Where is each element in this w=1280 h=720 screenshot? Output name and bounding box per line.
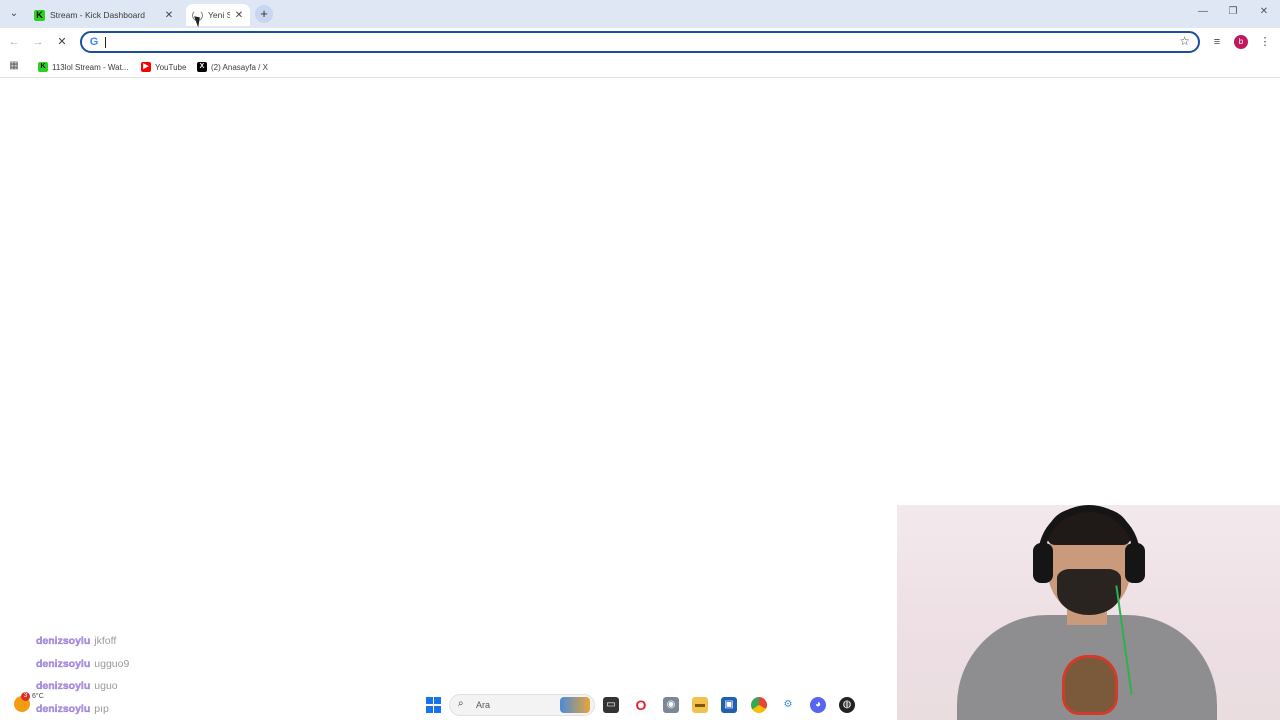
taskbar-search[interactable]: ⌕ Ara [449,694,595,716]
chat-text: jkfoff [94,635,117,647]
google-icon: G [89,36,99,48]
kebab-menu-icon[interactable]: ⋮ [1257,34,1273,50]
webcam-overlay [897,505,1280,720]
tab-close-icon[interactable]: ✕ [164,10,174,21]
tab-title: Yeni S [208,10,230,20]
youtube-icon: ▶ [141,62,151,72]
address-input[interactable] [104,34,1164,50]
windows-taskbar: 3 6°C ⌕ Ara ▭ O ◉ ▬ ▣ ⚙ ◕ ◍ [0,690,897,720]
back-arrow-icon[interactable]: ← [6,34,22,50]
bookmark-youtube[interactable]: ▶ YouTube [141,60,186,74]
profile-avatar[interactable]: b [1234,35,1248,49]
chrome-icon[interactable] [751,697,767,713]
tab-close-icon[interactable]: ✕ [234,10,244,21]
search-icon: ⌕ [458,698,464,709]
search-highlight-image [560,697,590,713]
weather-badge: 3 [21,692,30,701]
person-beard [1057,569,1121,615]
tab-search-chevron-icon[interactable]: ⌄ [6,6,22,22]
discord-icon[interactable]: ◕ [810,697,826,713]
text-caret [105,37,106,48]
address-bar[interactable]: G ☆ [80,31,1200,53]
tab-strip: ⌄ K Stream - Kick Dashboard ✕ Yeni S ✕ +… [0,0,1280,28]
search-label: Ara [476,700,491,710]
opera-icon[interactable]: O [633,697,649,713]
shirt-graphic [1062,655,1118,715]
bookmark-label: 113lol Stream - Wat... [52,62,129,72]
camera-app-icon[interactable]: ◉ [663,697,679,713]
bookmark-x[interactable]: X (2) Anasayfa / X [197,60,268,74]
kick-icon: K [34,9,45,21]
chat-text: ugguo9 [94,657,130,670]
chat-username: denizsoylu [36,657,91,670]
file-explorer-icon[interactable]: ▬ [692,697,708,713]
tab-title: Stream - Kick Dashboard [50,10,145,20]
reading-list-icon[interactable]: ≡ [1209,34,1225,50]
headphone-left-cup [1033,543,1053,583]
chat-message: denizsoylu jkfoff [36,633,336,656]
windows-start-icon[interactable] [426,697,442,713]
tab-kick-dashboard[interactable]: K Stream - Kick Dashboard ✕ [28,4,180,26]
minimize-icon[interactable]: — [1196,6,1210,17]
headphone-right-cup [1125,543,1145,583]
x-icon: X [197,62,207,72]
bookmark-label: YouTube [155,62,187,72]
close-window-icon[interactable]: ✕ [1257,6,1271,17]
new-tab-button[interactable]: + [255,5,273,23]
store-icon[interactable]: ▣ [721,697,737,713]
bookmark-star-icon[interactable]: ☆ [1179,34,1190,48]
bookmarks-bar: ▦ K 113lol Stream - Wat... ▶ YouTube X (… [0,56,1280,78]
apps-grid-icon[interactable]: ▦ [8,60,20,72]
kick-icon: K [38,62,48,72]
forward-arrow-icon[interactable]: → [30,34,46,50]
obs-icon[interactable]: ◍ [839,697,855,713]
chat-username: denizsoylu [36,635,91,647]
restore-icon[interactable]: ❐ [1226,6,1240,17]
settings-gear-icon[interactable]: ⚙ [780,697,796,713]
stop-loading-icon[interactable]: ✕ [54,34,70,50]
task-view-icon[interactable]: ▭ [603,697,619,713]
chat-message: denizsoylu ugguo9 [36,656,336,679]
weather-temp: 6°C [32,693,44,700]
bookmark-label: (2) Anasayfa / X [211,62,268,72]
browser-toolbar: ← → ✕ G ☆ ≡ ⋮ [0,28,1280,56]
bookmark-113lol-stream[interactable]: K 113lol Stream - Wat... [38,60,128,74]
